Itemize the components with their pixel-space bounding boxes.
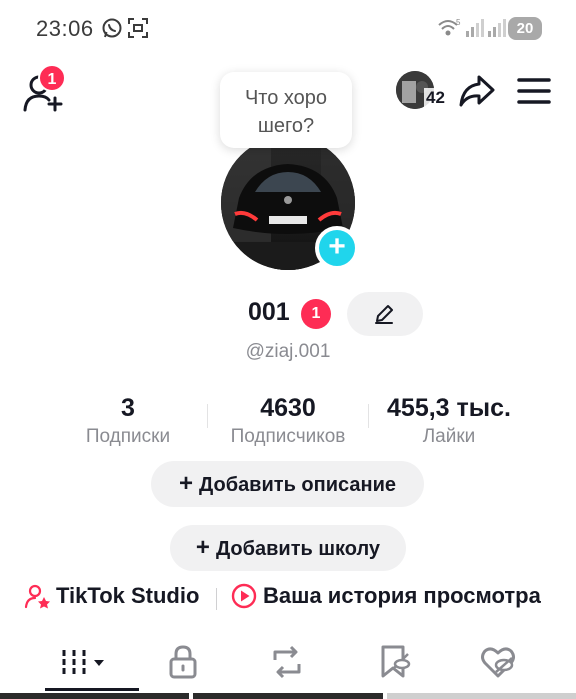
- stat-likes[interactable]: 455,3 тыс. Лайки: [372, 394, 526, 448]
- stat-followers[interactable]: 4630 Подписчиков: [214, 394, 362, 448]
- tab-reposts[interactable]: [267, 642, 307, 682]
- share-icon[interactable]: [458, 74, 496, 108]
- stat-following-value: 3: [121, 394, 135, 422]
- screenshot-icon: [128, 18, 148, 38]
- status-bar: 23:06 5 20: [0, 0, 576, 58]
- add-description-button[interactable]: + Добавить описание: [151, 461, 424, 507]
- status-time: 23:06: [36, 16, 94, 41]
- tab-favorites[interactable]: [374, 642, 414, 682]
- creator-icon: [24, 585, 50, 609]
- stat-divider: [368, 404, 369, 428]
- repost-icon: [273, 645, 301, 679]
- lock-icon: [169, 645, 197, 679]
- add-school-button[interactable]: + Добавить школу: [170, 525, 406, 571]
- svg-text:5: 5: [456, 18, 461, 27]
- battery-indicator: 20: [508, 17, 542, 40]
- active-tab-indicator: [45, 688, 139, 691]
- link-divider: [216, 588, 217, 610]
- wifi-icon: 5: [438, 18, 461, 36]
- watch-history-label: Ваша история просмотра: [263, 583, 541, 609]
- tab-liked[interactable]: [478, 642, 518, 682]
- stat-likes-label: Лайки: [422, 426, 476, 447]
- stat-followers-label: Подписчиков: [230, 426, 346, 447]
- whatsapp-icon: [102, 18, 122, 38]
- name-badge: 1: [301, 299, 331, 329]
- tab-videos[interactable]: [60, 642, 110, 682]
- stat-following-label: Подписки: [85, 426, 171, 447]
- stat-likes-value: 455,3 тыс.: [387, 394, 511, 422]
- play-history-icon: [231, 583, 257, 609]
- watch-history-link[interactable]: Ваша история просмотра: [230, 582, 541, 616]
- notification-badge: 1: [38, 64, 66, 92]
- video-thumbnail[interactable]: [193, 693, 383, 699]
- video-thumbnail[interactable]: [0, 693, 190, 699]
- tooltip-bubble[interactable]: Что хоро шего?: [220, 72, 352, 148]
- tab-private[interactable]: [163, 642, 203, 682]
- liked-icon: [481, 647, 515, 678]
- add-avatar-button[interactable]: +: [315, 226, 359, 270]
- videos-grid-icon: [62, 650, 104, 676]
- pencil-icon: [375, 305, 393, 324]
- profile-name: 001: [248, 298, 290, 326]
- signal-icon-2: [488, 19, 506, 37]
- add-school-label: Добавить школу: [215, 538, 381, 560]
- plus-icon: +: [195, 534, 210, 561]
- video-grid-preview: [0, 693, 576, 699]
- menu-icon[interactable]: [517, 77, 551, 105]
- stat-divider: [207, 404, 208, 428]
- tiktok-studio-label: TikTok Studio: [56, 583, 200, 609]
- plus-icon: +: [178, 470, 193, 497]
- tiktok-studio-link[interactable]: TikTok Studio: [24, 582, 199, 616]
- stat-following[interactable]: 3 Подписки: [68, 394, 188, 448]
- signal-icon: [466, 19, 484, 37]
- video-thumbnail[interactable]: [386, 693, 576, 699]
- profile-tab-bar: [0, 632, 576, 692]
- edit-profile-button[interactable]: [347, 292, 423, 336]
- add-description-label: Добавить описание: [199, 474, 397, 496]
- bookmark-icon: [381, 645, 411, 678]
- stat-followers-value: 4630: [260, 394, 316, 422]
- views-count: 42: [424, 88, 447, 108]
- username: @ziaj.001: [245, 341, 331, 362]
